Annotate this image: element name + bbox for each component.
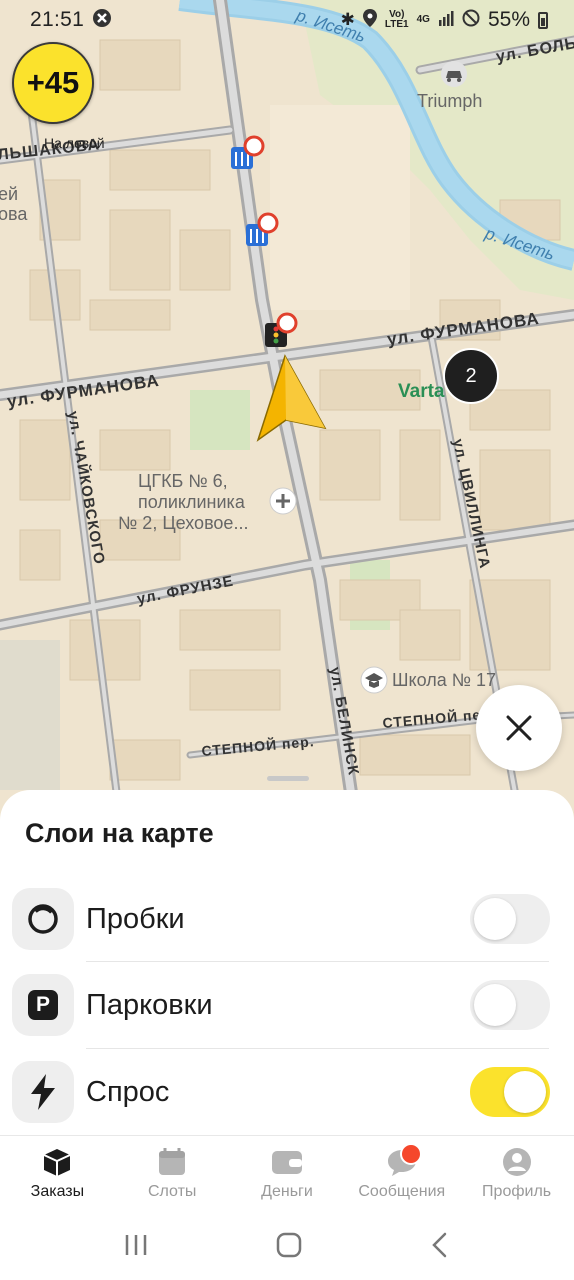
sheet-title: Слои на карте [25, 818, 214, 848]
hospital-icon [269, 487, 297, 515]
tab-orders[interactable]: Заказы [0, 1136, 115, 1210]
parking-letter: P [28, 990, 58, 1020]
demand-toggle[interactable] [470, 1067, 550, 1117]
cluster-count-badge[interactable]: 2 [443, 348, 499, 404]
map-label-on-left: На левой [44, 135, 105, 151]
battery-icon [538, 11, 548, 29]
tab-money[interactable]: Деньги [230, 1136, 345, 1210]
tab-label-money: Деньги [261, 1183, 313, 1200]
block-area [0, 640, 60, 790]
tab-slots[interactable]: Слоты [115, 1136, 230, 1210]
do-not-disturb-icon [462, 9, 480, 32]
tab-profile[interactable]: Профиль [459, 1136, 574, 1210]
traffic-toggle[interactable] [470, 894, 550, 944]
location-icon [362, 8, 377, 32]
profile-icon [502, 1148, 531, 1176]
status-time: 21:51 [30, 8, 85, 31]
orders-icon [43, 1149, 71, 1176]
system-nav-bar [0, 1210, 574, 1280]
back-icon[interactable] [429, 1232, 451, 1258]
green-area [190, 390, 250, 450]
battery-percent: 55% [487, 8, 530, 31]
wallet-icon [271, 1151, 302, 1174]
street-label-stepnoi-left: СТЕПНОЙ пер. [201, 732, 315, 759]
close-button[interactable] [476, 685, 562, 771]
calendar-icon [159, 1148, 186, 1175]
signal-icon [438, 10, 454, 31]
street-label-belinskogo: ул. БЕЛИНСК [326, 666, 362, 777]
street-label-frunze: ул. ФРУНЗЕ [136, 573, 236, 608]
poi-label-hospital-2: поликлиника [138, 492, 246, 512]
volte-indicator: Vo) LTE1 [384, 9, 409, 30]
network-type-indicator: 4G [416, 14, 430, 25]
block-area [270, 105, 410, 310]
parking-toggle[interactable] [470, 980, 550, 1030]
recent-apps-icon[interactable] [123, 1233, 149, 1257]
home-icon[interactable] [276, 1232, 302, 1258]
rating-badge[interactable]: +45 [12, 42, 94, 124]
layer-row-demand[interactable]: Спрос [12, 1049, 550, 1135]
tab-label-messages: Сообщения [358, 1183, 446, 1200]
school-icon [360, 666, 388, 694]
close-icon [506, 715, 532, 741]
poi-label-fragment-1: ей [0, 184, 18, 204]
tab-label-slots: Слоты [147, 1183, 197, 1200]
poi-label-hospital-3: № 2, Цеховое... [118, 513, 248, 533]
bottom-tab-bar: Заказы Слоты Деньги Сообщения Профиль [0, 1135, 574, 1210]
poi-label-school: Школа № 17 [392, 670, 496, 690]
bluetooth-icon: ✱ [340, 10, 355, 29]
tab-label-profile: Профиль [482, 1183, 552, 1200]
poi-label-vartan: Varta [398, 381, 445, 402]
sheet-drag-handle[interactable] [267, 776, 309, 781]
street-label-furmanova-left: ул. ФУРМАНОВА [6, 371, 161, 411]
poi-label-fragment-2: ова [0, 204, 28, 224]
poi-label-triumph: Triumph [417, 91, 482, 111]
layer-row-parking[interactable]: P Парковки [12, 962, 550, 1048]
layer-label-demand: Спрос [86, 1075, 170, 1108]
tab-messages[interactable]: Сообщения [344, 1136, 459, 1210]
car-icon [441, 61, 467, 87]
status-bar: 21:51 ✱ Vo) LTE1 4G 55% [0, 0, 574, 40]
lightning-icon [12, 1061, 74, 1123]
poi-label-hospital-1: ЦГКБ № 6, [138, 471, 228, 491]
map-layers-sheet: Слои на карте Пробки P Парковки Спрос [0, 790, 574, 1135]
layer-label-parking: Парковки [86, 988, 213, 1021]
notification-badge [400, 1143, 423, 1165]
traffic-icon [12, 888, 74, 950]
layer-label-traffic: Пробки [86, 902, 185, 935]
tab-label-orders: Заказы [30, 1183, 85, 1200]
app-notification-icon [92, 8, 112, 33]
parking-icon: P [12, 974, 74, 1036]
layer-row-traffic[interactable]: Пробки [12, 876, 550, 962]
